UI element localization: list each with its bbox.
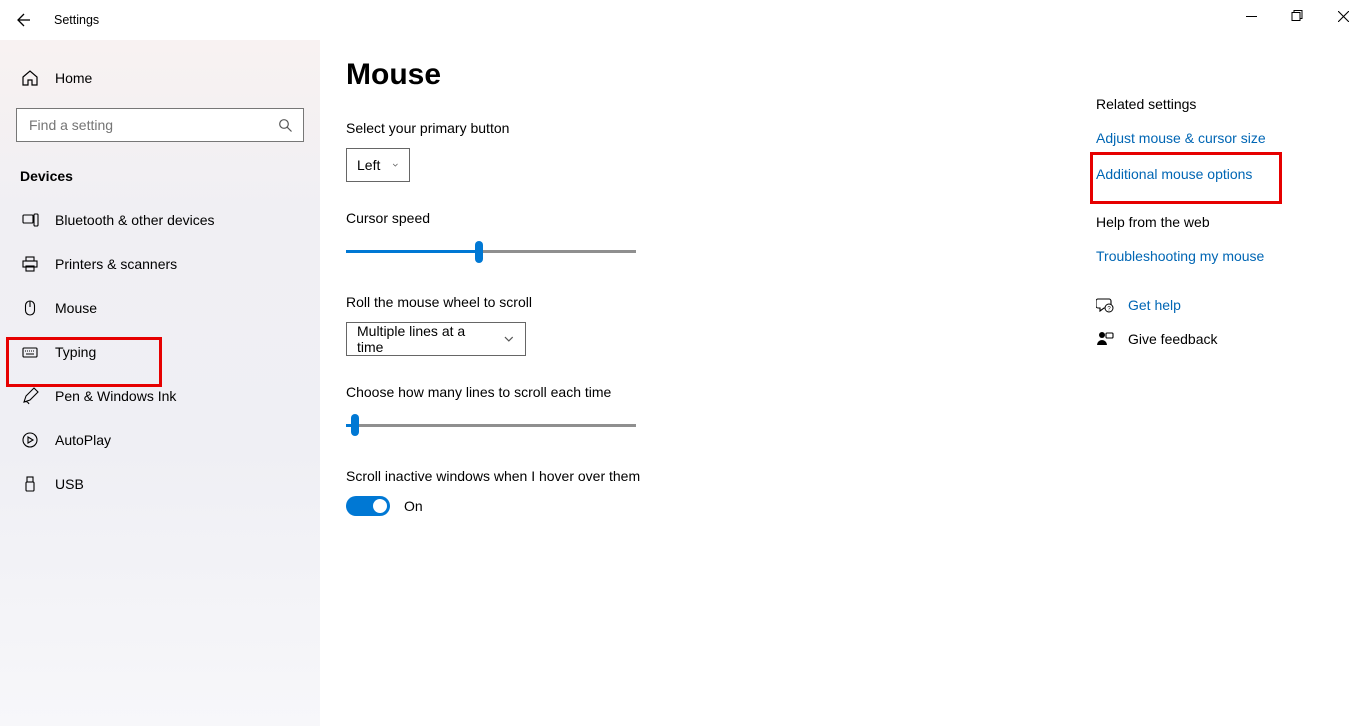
search-box[interactable] [16,108,304,142]
feedback-icon [1096,330,1114,348]
close-button[interactable] [1320,0,1366,32]
scroll-mode-value: Multiple lines at a time [357,323,491,355]
primary-button-label: Select your primary button [346,120,1060,136]
sidebar-item-label: USB [55,476,84,492]
sidebar-item-bluetooth[interactable]: Bluetooth & other devices [0,198,320,242]
lines-slider[interactable] [346,412,636,440]
sidebar-item-printers[interactable]: Printers & scanners [0,242,320,286]
cursor-speed-label: Cursor speed [346,210,1060,226]
settings-window: Settings Home [0,0,1366,726]
help-heading: Help from the web [1096,214,1342,230]
minimize-button[interactable] [1228,0,1274,32]
search-input[interactable] [27,116,278,134]
link-troubleshoot-mouse[interactable]: Troubleshooting my mouse [1096,248,1342,264]
sidebar-item-typing[interactable]: Typing [0,330,320,374]
hover-toggle-row: On [346,496,1060,516]
link-additional-mouse-options[interactable]: Additional mouse options [1096,166,1342,182]
chevron-down-icon [392,159,399,171]
hover-state: On [404,498,423,514]
pen-icon [20,386,40,406]
maximize-icon [1291,10,1303,22]
slider-fill [346,250,479,253]
window-title: Settings [44,0,99,40]
search-icon [278,118,293,133]
left-nav: Home Devices Bluetooth & other devices P… [0,40,320,726]
close-icon [1338,11,1349,22]
home-icon [20,68,40,88]
scroll-mode-select[interactable]: Multiple lines at a time [346,322,526,356]
sidebar-item-usb[interactable]: USB [0,462,320,506]
keyboard-icon [20,342,40,362]
arrow-left-icon [14,12,30,28]
help-chat-icon: ? [1096,296,1114,314]
nav-home[interactable]: Home [0,58,320,98]
autoplay-icon [20,430,40,450]
scroll-mode-label: Roll the mouse wheel to scroll [346,294,1060,310]
devices-icon [20,210,40,230]
toggle-knob [373,499,387,513]
titlebar: Settings [0,0,1366,40]
related-settings-heading: Related settings [1096,96,1342,112]
sidebar-item-label: Pen & Windows Ink [55,388,176,404]
hover-label: Scroll inactive windows when I hover ove… [346,468,1060,484]
slider-thumb[interactable] [351,414,359,436]
mouse-icon [20,298,40,318]
primary-button-value: Left [357,157,380,173]
right-column: Related settings Adjust mouse & cursor s… [1086,40,1366,726]
minimize-icon [1246,11,1257,22]
sidebar-item-label: AutoPlay [55,432,111,448]
sidebar-item-autoplay[interactable]: AutoPlay [0,418,320,462]
page-title: Mouse [346,58,1060,92]
hover-toggle[interactable] [346,496,390,516]
sidebar-item-label: Mouse [55,300,97,316]
window-controls [1228,0,1366,32]
main-content: Mouse Select your primary button Left Cu… [320,40,1086,726]
chevron-down-icon [503,333,515,345]
sidebar-item-mouse[interactable]: Mouse [0,286,320,330]
usb-icon [20,474,40,494]
scroll-mode-block: Roll the mouse wheel to scroll Multiple … [346,294,1060,356]
lines-label: Choose how many lines to scroll each tim… [346,384,1060,400]
sidebar-item-label: Bluetooth & other devices [55,212,215,228]
give-feedback-row[interactable]: Give feedback [1096,330,1342,348]
search-wrap [0,98,320,156]
cursor-speed-slider[interactable] [346,238,636,266]
back-button[interactable] [0,0,44,40]
help-section: Help from the web Troubleshooting my mou… [1096,214,1342,264]
sidebar-item-label: Printers & scanners [55,256,177,272]
give-feedback-label: Give feedback [1128,331,1218,347]
get-help-label: Get help [1128,297,1181,313]
nav-home-label: Home [55,70,92,86]
primary-button-select[interactable]: Left [346,148,410,182]
slider-track [346,424,636,427]
sidebar-item-label: Typing [55,344,96,360]
primary-button-block: Select your primary button Left [346,120,1060,182]
get-help-row[interactable]: ? Get help [1096,296,1342,314]
maximize-button[interactable] [1274,0,1320,32]
nav-section-title: Devices [0,156,320,198]
printer-icon [20,254,40,274]
lines-block: Choose how many lines to scroll each tim… [346,384,1060,440]
slider-thumb[interactable] [475,241,483,263]
cursor-speed-block: Cursor speed [346,210,1060,266]
link-adjust-cursor-size[interactable]: Adjust mouse & cursor size [1096,130,1342,146]
hover-block: Scroll inactive windows when I hover ove… [346,468,1060,516]
support-section: ? Get help Give feedback [1096,296,1342,348]
sidebar-item-pen[interactable]: Pen & Windows Ink [0,374,320,418]
